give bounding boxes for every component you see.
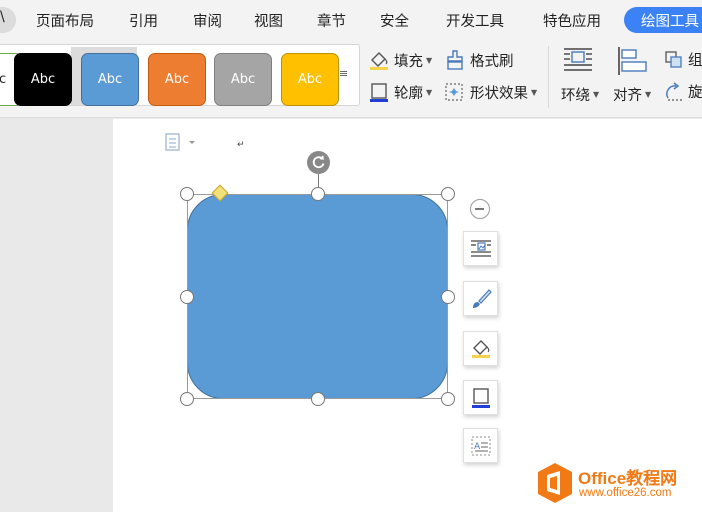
- menu-item-special-apps[interactable]: 特色应用: [543, 10, 601, 31]
- wrap-label: 环绕: [561, 88, 590, 104]
- resize-handle-bottom[interactable]: [311, 392, 325, 406]
- menu-item-security[interactable]: 安全: [380, 10, 409, 31]
- resize-handle-top-right[interactable]: [441, 187, 455, 201]
- menu-item-partial[interactable]: \: [0, 7, 16, 33]
- text-wrap-icon: [470, 239, 491, 257]
- group-icon: [665, 50, 682, 68]
- menu-item-sections[interactable]: 章节: [317, 10, 346, 31]
- align-label-button[interactable]: 对齐 ▼: [613, 84, 651, 105]
- shape-style-gallery: Abc Abc Abc Abc Abc Abc ≡: [0, 44, 360, 106]
- group-button[interactable]: 组: [664, 49, 702, 70]
- chevron-down-icon: ▼: [426, 55, 433, 65]
- rotate-icon: [666, 81, 682, 101]
- chevron-down-icon: ▼: [645, 90, 652, 99]
- menu-item-page-layout[interactable]: 页面布局: [36, 10, 94, 31]
- style-swatch-orange[interactable]: Abc: [148, 53, 206, 106]
- align-icon: [618, 47, 647, 75]
- resize-handle-right[interactable]: [441, 290, 455, 304]
- rotate-button[interactable]: 旋: [664, 81, 702, 102]
- chevron-down-icon: ▼: [531, 87, 538, 97]
- format-painter-button[interactable]: 格式刷: [444, 49, 514, 71]
- style-swatch-gray[interactable]: Abc: [214, 53, 272, 106]
- watermark-logo: Office教程网 www.office26.com: [536, 462, 702, 508]
- resize-handle-top[interactable]: [311, 187, 325, 201]
- outline-button[interactable]: 轮廓 ▼: [368, 81, 432, 103]
- resize-handle-top-left[interactable]: [180, 187, 194, 201]
- fill-bucket-icon: [370, 52, 388, 70]
- align-label: 对齐: [613, 88, 642, 104]
- document-left-margin: [0, 119, 113, 512]
- float-wrap-button[interactable]: [463, 231, 498, 266]
- align-button[interactable]: [616, 46, 654, 76]
- selection-frame: [187, 194, 448, 399]
- menu-item-developer[interactable]: 开发工具: [446, 10, 504, 31]
- wrap-button[interactable]: [562, 46, 598, 74]
- tab-drawing-tools[interactable]: 绘图工具: [624, 7, 702, 33]
- float-style-button[interactable]: [463, 281, 498, 316]
- text-wrap-icon: [564, 48, 592, 71]
- brush-icon: [472, 288, 492, 308]
- fill-label: 填充: [394, 53, 423, 70]
- shape-effects-button[interactable]: 形状效果 ▼: [444, 81, 537, 103]
- text-box-icon: A: [471, 436, 490, 455]
- fill-button[interactable]: 填充 ▼: [368, 49, 432, 71]
- collapse-toolbar-button[interactable]: [470, 199, 490, 219]
- chevron-down-icon: ▼: [426, 87, 433, 97]
- menu-bar: \ 页面布局 引用 审阅 视图 章节 安全 开发工具 特色应用 绘图工具: [0, 0, 702, 40]
- float-outline-button[interactable]: [463, 380, 498, 415]
- wrap-label-button[interactable]: 环绕 ▼: [561, 84, 599, 105]
- outline-icon: [471, 387, 490, 408]
- resize-handle-bottom-left[interactable]: [180, 392, 194, 406]
- style-swatch-blue[interactable]: Abc: [81, 53, 139, 106]
- paragraph-mark-icon: ↵: [237, 140, 245, 150]
- resize-handle-left[interactable]: [180, 290, 194, 304]
- watermark-url: www.office26.com: [579, 487, 672, 499]
- gallery-expand-icon[interactable]: ≡: [339, 67, 348, 80]
- watermark-title: Office教程网: [578, 469, 678, 488]
- menu-item-references[interactable]: 引用: [129, 10, 158, 31]
- chevron-down-icon: ▼: [593, 90, 600, 99]
- ribbon-separator: [548, 46, 549, 108]
- paste-options-icon[interactable]: [165, 133, 197, 157]
- outline-label: 轮廓: [394, 85, 423, 102]
- float-fill-button[interactable]: [463, 331, 498, 366]
- shape-effects-label: 形状效果: [470, 85, 528, 102]
- office-logo-icon: [538, 463, 572, 503]
- rotate-handle[interactable]: [307, 151, 330, 174]
- shape-effects-icon: [445, 83, 463, 101]
- format-painter-label: 格式刷: [470, 53, 514, 70]
- menu-item-view[interactable]: 视图: [254, 10, 283, 31]
- style-swatch-gold[interactable]: Abc: [281, 53, 339, 106]
- outline-icon: [370, 83, 388, 102]
- fill-bucket-icon: [471, 339, 490, 358]
- menu-item-review[interactable]: 审阅: [193, 10, 222, 31]
- style-swatch-black[interactable]: Abc: [14, 53, 72, 106]
- rotate-label: 旋: [688, 85, 702, 101]
- resize-handle-bottom-right[interactable]: [441, 392, 455, 406]
- group-label: 组: [688, 53, 702, 69]
- float-text-box-button[interactable]: A: [463, 428, 498, 463]
- ribbon: Abc Abc Abc Abc Abc Abc ≡ 填充▼ 轮廓▼ 格式刷: [0, 40, 702, 154]
- format-painter-icon: [447, 50, 463, 70]
- rotate-arrow-icon: [312, 155, 325, 169]
